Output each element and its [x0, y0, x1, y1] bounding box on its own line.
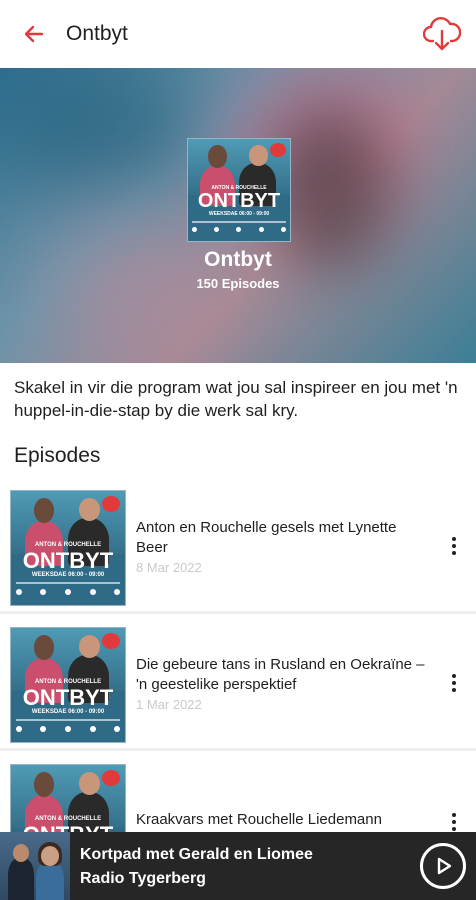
episode-count: 150 Episodes: [196, 276, 280, 291]
episode-more-button[interactable]: [442, 663, 466, 703]
episode-date: 8 Mar 2022: [136, 560, 202, 575]
episodes-heading: Episodes: [14, 444, 101, 467]
arrow-left-icon: [24, 25, 44, 43]
back-button[interactable]: [0, 0, 68, 68]
more-vertical-icon: [452, 537, 456, 541]
podcast-cover-art: ANTON & ROUCHELLE ONTBYT WEEKSDAE 06:00 …: [187, 138, 291, 242]
podcast-hero: ANTON & ROUCHELLE ONTBYT WEEKSDAE 06:00 …: [0, 68, 476, 363]
episode-title: Anton en Rouchelle gesels met Lynette Be…: [136, 519, 397, 556]
episode-cover-art: ANTON & ROUCHELLE ONTBYT WEEKSDAE 06:00 …: [10, 490, 126, 606]
episode-row[interactable]: ANTON & ROUCHELLE ONTBYT WEEKSDAE 06:00 …: [0, 478, 476, 614]
player-title: Kortpad met Gerald en Liomee: [80, 846, 313, 863]
app-bar: Ontbyt: [0, 0, 476, 68]
episode-title: Kraakvars met Rouchelle Liedemann: [136, 811, 382, 828]
play-button[interactable]: [420, 843, 466, 889]
cloud-download-icon: [423, 17, 461, 51]
more-vertical-icon: [452, 674, 456, 678]
episode-title: Die gebeure tans in Rusland en Oekraïne …: [136, 656, 425, 693]
episode-row[interactable]: ANTON & ROUCHELLE ONTBYT WEEKSDAE 06:00 …: [0, 615, 476, 751]
podcast-description: Skakel in vir die program wat jou sal in…: [14, 378, 458, 420]
mini-player[interactable]: Kortpad met Gerald en Liomee Radio Tyger…: [0, 832, 476, 900]
podcast-title: Ontbyt: [204, 248, 272, 271]
player-station: Radio Tygerberg: [80, 870, 206, 887]
cover-brand: ONTBYT: [197, 190, 281, 212]
player-artwork: [0, 832, 70, 900]
play-icon: [437, 857, 452, 875]
download-button[interactable]: [422, 14, 462, 54]
episode-cover-art: ANTON & ROUCHELLE ONTBYT WEEKSDAE 06:00 …: [10, 627, 126, 743]
page-title: Ontbyt: [66, 22, 128, 45]
episode-more-button[interactable]: [442, 526, 466, 566]
more-vertical-icon: [452, 813, 456, 817]
episode-date: 1 Mar 2022: [136, 697, 202, 712]
